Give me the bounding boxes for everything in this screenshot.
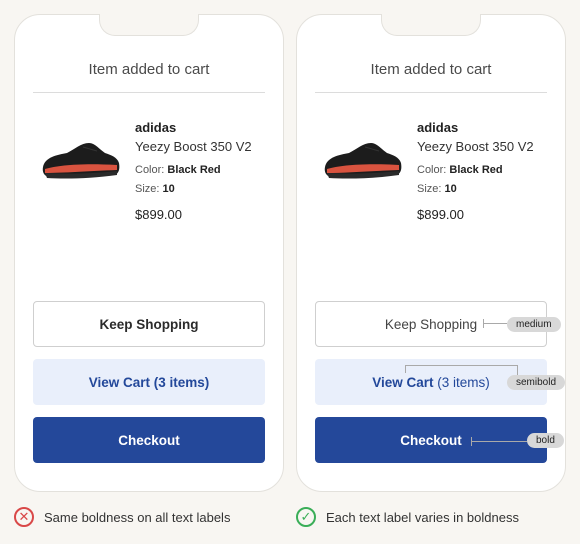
- product-price: $899.00: [417, 207, 464, 222]
- caption-text: Each text label varies in boldness: [326, 509, 519, 525]
- product-price: $899.00: [135, 207, 182, 222]
- annotation-line: [405, 365, 517, 366]
- annotation-medium: medium: [507, 317, 561, 332]
- phone-notch: [99, 14, 199, 36]
- modal-title: Item added to cart: [370, 61, 492, 78]
- product-size: Size: 10: [417, 183, 457, 195]
- product-brand: adidas: [135, 120, 177, 135]
- check-circle-icon: ✓: [296, 507, 316, 527]
- annotation-bold: bold: [527, 433, 564, 448]
- annotation-semibold: semibold: [507, 375, 566, 390]
- divider: [33, 92, 265, 93]
- caption-bad: ✕ Same boldness on all text labels: [14, 507, 230, 527]
- annotation-line: [517, 365, 518, 375]
- sneaker-image: [42, 143, 120, 179]
- product-name: Yeezy Boost 350 V2: [135, 139, 252, 154]
- phone-notch: [381, 14, 481, 36]
- product-brand: adidas: [417, 120, 459, 135]
- checkout-button[interactable]: Checkout: [33, 417, 265, 463]
- phone-mockup-bad: Item added to cart adidas Yeezy Boost 35…: [14, 14, 284, 492]
- divider: [315, 92, 547, 93]
- annotation-line: [483, 323, 507, 324]
- checkout-button[interactable]: Checkout: [315, 417, 547, 463]
- sneaker-image: [324, 143, 402, 179]
- annotation-line: [471, 437, 472, 446]
- caption-text: Same boldness on all text labels: [44, 509, 231, 525]
- product-color: Color: Black Red: [417, 164, 503, 176]
- annotation-line: [405, 365, 406, 373]
- annotation-line: [483, 319, 484, 328]
- keep-shopping-button[interactable]: Keep Shopping: [33, 301, 265, 347]
- product-color: Color: Black Red: [135, 164, 221, 176]
- x-circle-icon: ✕: [14, 507, 34, 527]
- caption-good: ✓ Each text label varies in boldness: [296, 507, 519, 527]
- view-cart-button[interactable]: View Cart (3 items): [33, 359, 265, 405]
- phone-mockup-good: Item added to cart adidas Yeezy Boost 35…: [296, 14, 566, 492]
- modal-title: Item added to cart: [88, 61, 210, 78]
- product-name: Yeezy Boost 350 V2: [417, 139, 534, 154]
- product-size: Size: 10: [135, 183, 175, 195]
- annotation-line: [471, 441, 527, 442]
